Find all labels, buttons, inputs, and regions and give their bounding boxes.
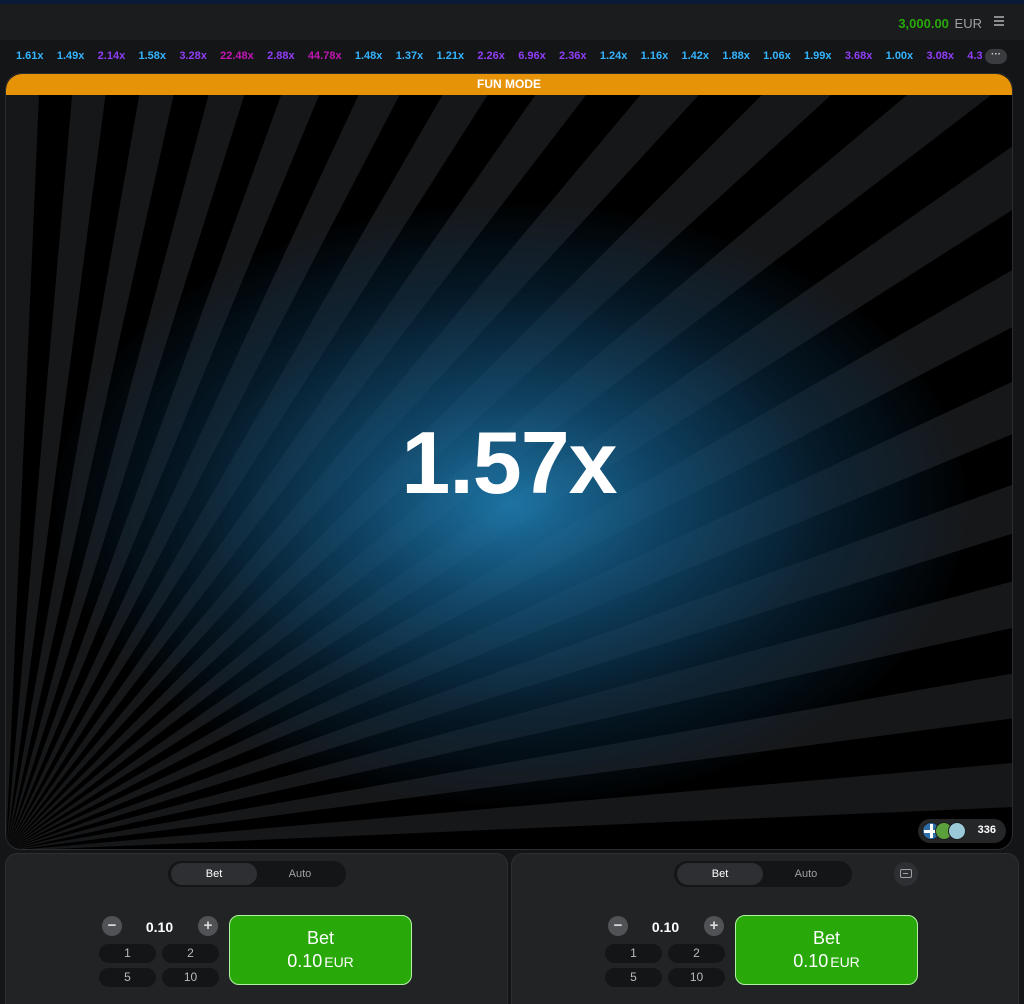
increase-amount-button[interactable]: + — [198, 916, 218, 936]
quick-amount-5[interactable]: 5 — [605, 968, 662, 987]
history-multiplier: 1.88x — [722, 50, 750, 62]
history-multiplier: 44.78x — [307, 50, 342, 62]
history-multiplier: 3.08x — [926, 50, 954, 62]
bet-amount-stepper: − 0.10 + — [604, 913, 727, 939]
balance-amount: 3,000.00 — [898, 16, 949, 31]
history-multiplier: 6.96x — [518, 50, 546, 62]
history-multiplier: 1.58x — [138, 50, 167, 62]
bet-button-label: Bet — [812, 928, 841, 948]
tab-bet[interactable]: Bet — [677, 863, 763, 885]
history-multiplier: 2.88x — [267, 50, 295, 62]
quick-amount-5[interactable]: 5 — [99, 968, 156, 987]
fun-mode-banner: FUN MODE — [6, 74, 1012, 95]
bet-amount-value: 0.10 — [793, 951, 829, 971]
history-multiplier: 1.99x — [803, 50, 832, 62]
game-stage: FUN MODE 1.57x 336 — [5, 73, 1013, 850]
history-multiplier: 3.28x — [179, 50, 207, 62]
history-multiplier: 1.16x — [640, 50, 669, 62]
minus-box-icon — [900, 869, 912, 878]
player-avatars — [922, 822, 972, 840]
history-multiplier: 1.06x — [763, 50, 791, 62]
tab-bet[interactable]: Bet — [171, 863, 257, 885]
quick-amount-10[interactable]: 10 — [668, 968, 725, 987]
decrease-amount-button[interactable]: − — [608, 916, 628, 936]
place-bet-button[interactable]: Bet 0.10 EUR — [735, 915, 918, 985]
history-multiplier: 3.68x — [844, 50, 873, 62]
tab-auto[interactable]: Auto — [763, 863, 849, 885]
history-multiplier: 1.00x — [885, 50, 914, 62]
history-multiplier: 22.48x — [220, 50, 254, 62]
history-multiplier: 1.42x — [681, 50, 710, 62]
bet-amount-stepper: − 0.10 + — [98, 913, 221, 939]
bet-button-amount: 0.10 EUR — [736, 951, 917, 972]
place-bet-button[interactable]: Bet 0.10 EUR — [229, 915, 412, 985]
history-multiplier: 4.32x — [967, 50, 982, 62]
balance-display: 3,000.00 EUR — [898, 16, 982, 31]
bet-button-label: Bet — [306, 928, 335, 948]
bet-amount-input[interactable]: 0.10 — [634, 919, 697, 935]
remove-panel-button[interactable] — [894, 862, 918, 886]
bet-panel-1: Bet Auto − 0.10 + 1 2 5 10 Bet 0.10 EUR — [5, 853, 508, 1004]
history-multiplier: 1.61x — [16, 50, 44, 62]
bet-mode-tabs: Bet Auto — [674, 861, 852, 887]
multiplier-history-bar: 1.61x 1.49x 2.14x 1.58x 3.28x 22.48x 2.88x 44.7… — [0, 40, 1024, 72]
history-multiplier: 2.26x — [477, 50, 505, 62]
bet-button-amount: 0.10 EUR — [230, 951, 411, 972]
avatar — [948, 822, 966, 840]
hamburger-menu-icon[interactable] — [994, 16, 1004, 26]
history-multiplier: 1.49x — [56, 50, 85, 62]
header-bar: 3,000.00 EUR — [0, 4, 1024, 40]
history-more-button[interactable]: ··· — [985, 49, 1007, 64]
bet-mode-tabs: Bet Auto — [168, 861, 346, 887]
bet-amount-input[interactable]: 0.10 — [128, 919, 191, 935]
current-multiplier: 1.57x — [401, 413, 617, 512]
history-multiplier: 2.36x — [559, 50, 587, 62]
history-multiplier: 1.24x — [599, 50, 628, 62]
increase-amount-button[interactable]: + — [704, 916, 724, 936]
decrease-amount-button[interactable]: − — [102, 916, 122, 936]
history-multiplier: 1.37x — [395, 50, 424, 62]
quick-amount-1[interactable]: 1 — [99, 944, 156, 963]
quick-amount-10[interactable]: 10 — [162, 968, 219, 987]
balance-currency: EUR — [954, 16, 982, 31]
quick-amount-2[interactable]: 2 — [162, 944, 219, 963]
online-players-badge[interactable]: 336 — [918, 819, 1006, 843]
bet-currency: EUR — [830, 954, 860, 970]
history-multiplier: 2.14x — [97, 50, 126, 62]
history-multiplier: 1.21x — [436, 50, 465, 62]
bet-currency: EUR — [324, 954, 354, 970]
tab-auto[interactable]: Auto — [257, 863, 343, 885]
bet-amount-value: 0.10 — [287, 951, 323, 971]
quick-amount-2[interactable]: 2 — [668, 944, 725, 963]
player-count: 336 — [977, 824, 996, 836]
history-multiplier: 1.48x — [354, 50, 383, 62]
multiplier-history-list: 1.61x 1.49x 2.14x 1.58x 3.28x 22.48x 2.88x 44.7… — [16, 50, 982, 62]
quick-amount-1[interactable]: 1 — [605, 944, 662, 963]
bet-panel-2: Bet Auto − 0.10 + 1 2 5 10 Bet 0.10 EUR — [511, 853, 1019, 1004]
